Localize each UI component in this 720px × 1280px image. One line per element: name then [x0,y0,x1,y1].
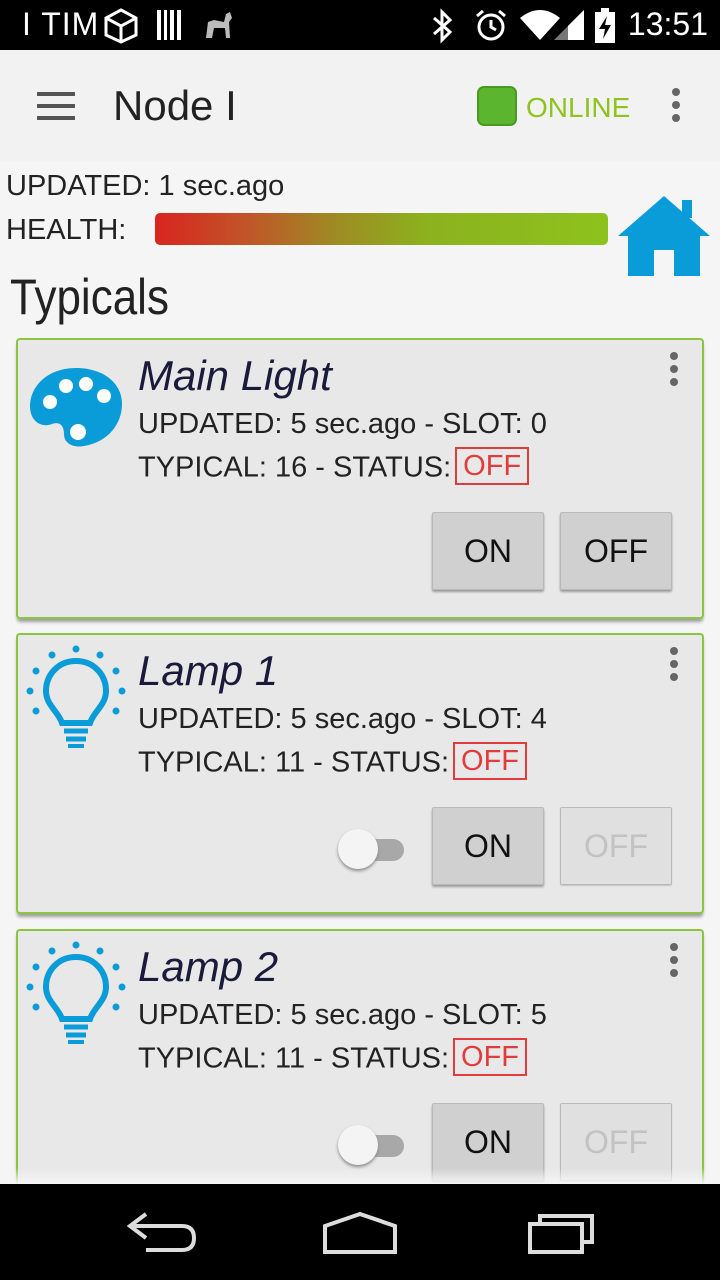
card-updated-text: UPDATED: 5 sec.ago - SLOT: 0 [138,408,547,440]
health-bar [155,213,608,245]
off-button[interactable]: OFF [560,807,672,885]
barcode-icon [157,10,181,40]
card-typical-text: TYPICAL: 11 - STATUS: OFF [138,742,528,783]
status-bar: I TIM 13:51 [0,0,720,50]
status-badge: OFF [453,1038,528,1076]
cat-icon [206,12,232,38]
section-title: Typicals [10,269,169,325]
typical-card-lamp-1: Lamp 1 UPDATED: 5 sec.ago - SLOT: 4 TYPI… [16,633,704,914]
alarm-icon [476,9,506,41]
card-typical-label: TYPICAL: 11 - STATUS: [138,1042,450,1075]
card-overflow-menu-icon[interactable] [664,941,684,981]
card-typical-text: TYPICAL: 11 - STATUS: OFF [138,1038,528,1079]
card-title: Lamp 1 [138,647,279,694]
battery-charging-icon [595,8,615,43]
card-updated-text: UPDATED: 5 sec.ago - SLOT: 4 [138,703,547,735]
card-typical-text: TYPICAL: 16 - STATUS: OFF [138,447,530,488]
power-toggle-switch[interactable] [338,1125,408,1165]
power-toggle-switch[interactable] [338,829,408,869]
signal-icon [554,10,584,40]
cube-icon [104,8,138,44]
carrier-name: I TIM [22,6,100,42]
online-status-label: ONLINE [526,92,631,123]
clock: 13:51 [627,6,708,42]
off-button[interactable]: OFF [560,512,672,590]
node-updated-text: UPDATED: 1 sec.ago [6,170,285,202]
lightbulb-icon [26,645,126,748]
bluetooth-icon [433,8,453,44]
typical-card-main-light: Main Light UPDATED: 5 sec.ago - SLOT: 0 … [16,338,704,619]
card-title: Lamp 2 [138,943,279,990]
page-title: Node I [113,82,237,129]
card-overflow-menu-icon[interactable] [664,350,684,390]
card-updated-text: UPDATED: 5 sec.ago - SLOT: 5 [138,999,547,1031]
app-bar: Node I ONLINE [0,50,720,161]
card-typical-label: TYPICAL: 11 - STATUS: [138,746,450,779]
status-badge: OFF [453,742,528,780]
on-button[interactable]: ON [432,512,544,590]
card-title: Main Light [138,352,332,399]
on-button[interactable]: ON [432,807,544,885]
menu-icon[interactable] [26,84,84,128]
online-indicator [477,86,517,126]
scroll-fade [0,1168,720,1184]
home-nav-icon[interactable] [315,1204,405,1260]
home-icon[interactable] [616,194,712,278]
lightbulb-icon [26,941,126,1044]
card-typical-label: TYPICAL: 16 - STATUS: [138,451,452,484]
card-overflow-menu-icon[interactable] [664,645,684,685]
navigation-bar [0,1184,720,1280]
recents-icon[interactable] [516,1204,606,1260]
status-badge: OFF [455,447,530,485]
overflow-menu-icon[interactable] [666,86,686,126]
palette-icon [30,368,122,447]
back-icon[interactable] [116,1204,206,1260]
health-label: HEALTH: [6,214,127,246]
